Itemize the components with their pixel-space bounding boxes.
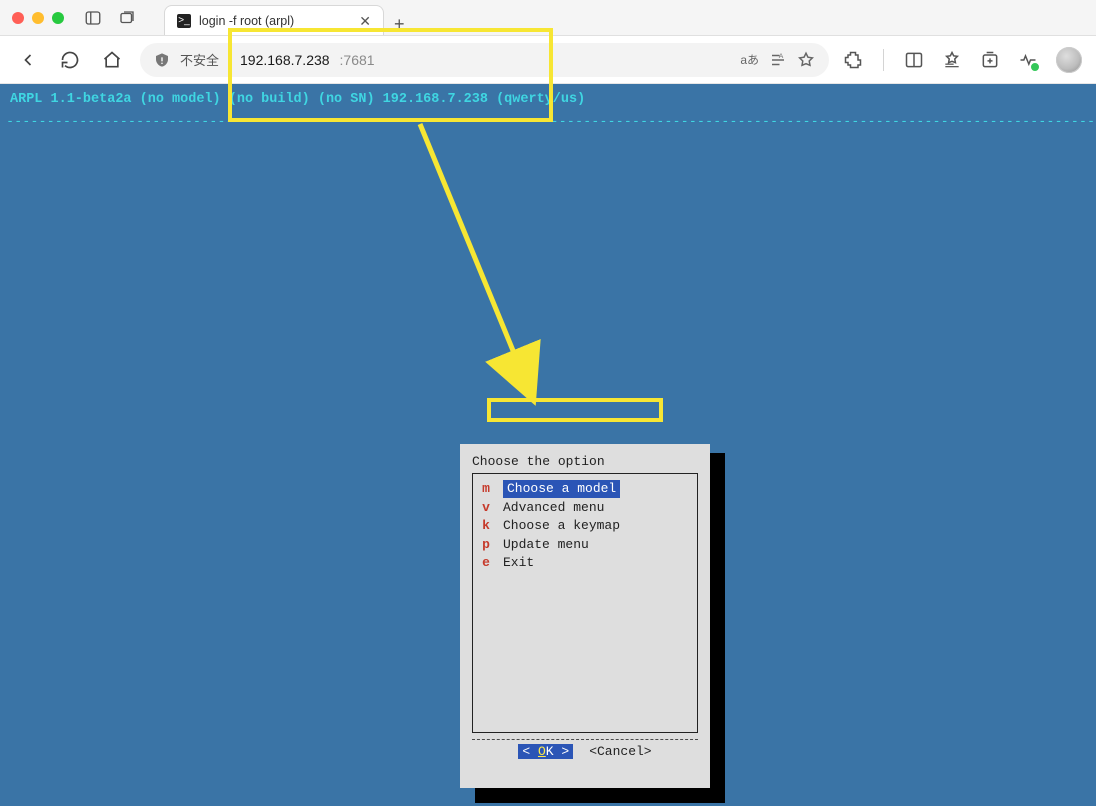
minimize-window-button[interactable] (32, 12, 44, 24)
split-screen-icon[interactable] (904, 50, 924, 70)
urlbar-divider (229, 52, 230, 68)
menu-item-update[interactable]: p Update menu (479, 536, 691, 554)
tab-strip: >_ login -f root (arpl) ✕ + (164, 0, 405, 35)
menu-key: p (481, 536, 491, 554)
terminal-divider: ----------------------------------------… (0, 113, 1096, 129)
menu-label: Update menu (503, 536, 589, 554)
tab-title: login -f root (arpl) (199, 14, 294, 28)
not-secure-icon (154, 52, 170, 68)
cancel-button[interactable]: <Cancel> (589, 744, 651, 759)
menu-items: m Choose a model v Advanced menu k Choos… (479, 480, 691, 572)
menu-label: Exit (503, 554, 534, 572)
browser-tab[interactable]: >_ login -f root (arpl) ✕ (164, 5, 384, 35)
menu-item-choose-model[interactable]: m Choose a model (479, 480, 691, 498)
panel-toggle-icon[interactable] (84, 9, 102, 27)
favorites-list-icon[interactable] (942, 50, 962, 70)
arpl-status-line: ARPL 1.1-beta2a (no model) (no build) (n… (0, 84, 1096, 113)
toolbar-right (843, 47, 1082, 73)
menu-item-keymap[interactable]: k Choose a keymap (479, 517, 691, 535)
refresh-button[interactable] (56, 46, 84, 74)
url-port: :7681 (340, 52, 375, 68)
ok-button[interactable]: < OK > (518, 744, 573, 759)
menu-label: Advanced menu (503, 499, 604, 517)
not-secure-label: 不安全 (180, 50, 219, 69)
reader-mode-icon[interactable]: A (769, 51, 787, 69)
toolbar-separator (883, 49, 884, 71)
collections-icon[interactable] (980, 50, 1000, 70)
sidebar-tabgroup-controls (84, 9, 136, 27)
dialog-title: Choose the option (472, 454, 698, 469)
menu-item-exit[interactable]: e Exit (479, 554, 691, 572)
translate-button[interactable]: aあ (740, 51, 759, 68)
menu-item-advanced[interactable]: v Advanced menu (479, 499, 691, 517)
menu-label: Choose a model (503, 480, 620, 498)
terminal-favicon-icon: >_ (177, 14, 191, 28)
home-button[interactable] (98, 46, 126, 74)
menu-label: Choose a keymap (503, 517, 620, 535)
window-controls (12, 12, 64, 24)
menu-key: e (481, 554, 491, 572)
menu-key: v (481, 499, 491, 517)
performance-icon[interactable] (1018, 50, 1038, 70)
maximize-window-button[interactable] (52, 12, 64, 24)
back-button[interactable] (14, 46, 42, 74)
browser-toolbar: 不安全 192.168.7.238 :7681 aあ A (0, 36, 1096, 84)
arpl-menu-dialog: Choose the option m Choose a model v Adv… (460, 444, 710, 788)
titlebar: >_ login -f root (arpl) ✕ + (0, 0, 1096, 36)
svg-text:A: A (779, 52, 784, 59)
close-tab-button[interactable]: ✕ (359, 14, 371, 28)
menu-key: k (481, 517, 491, 535)
address-bar[interactable]: 不安全 192.168.7.238 :7681 aあ A (140, 43, 829, 77)
favorite-star-icon[interactable] (797, 51, 815, 69)
dialog-footer: < OK > <Cancel> (472, 739, 698, 759)
close-window-button[interactable] (12, 12, 24, 24)
new-tab-button[interactable]: + (394, 14, 405, 35)
tab-overview-icon[interactable] (118, 9, 136, 27)
menu-key: m (481, 480, 491, 498)
menu-frame: m Choose a model v Advanced menu k Choos… (472, 473, 698, 733)
terminal-viewport: ARPL 1.1-beta2a (no model) (no build) (n… (0, 84, 1096, 806)
url-host: 192.168.7.238 (240, 52, 330, 68)
extensions-icon[interactable] (843, 50, 863, 70)
profile-avatar[interactable] (1056, 47, 1082, 73)
